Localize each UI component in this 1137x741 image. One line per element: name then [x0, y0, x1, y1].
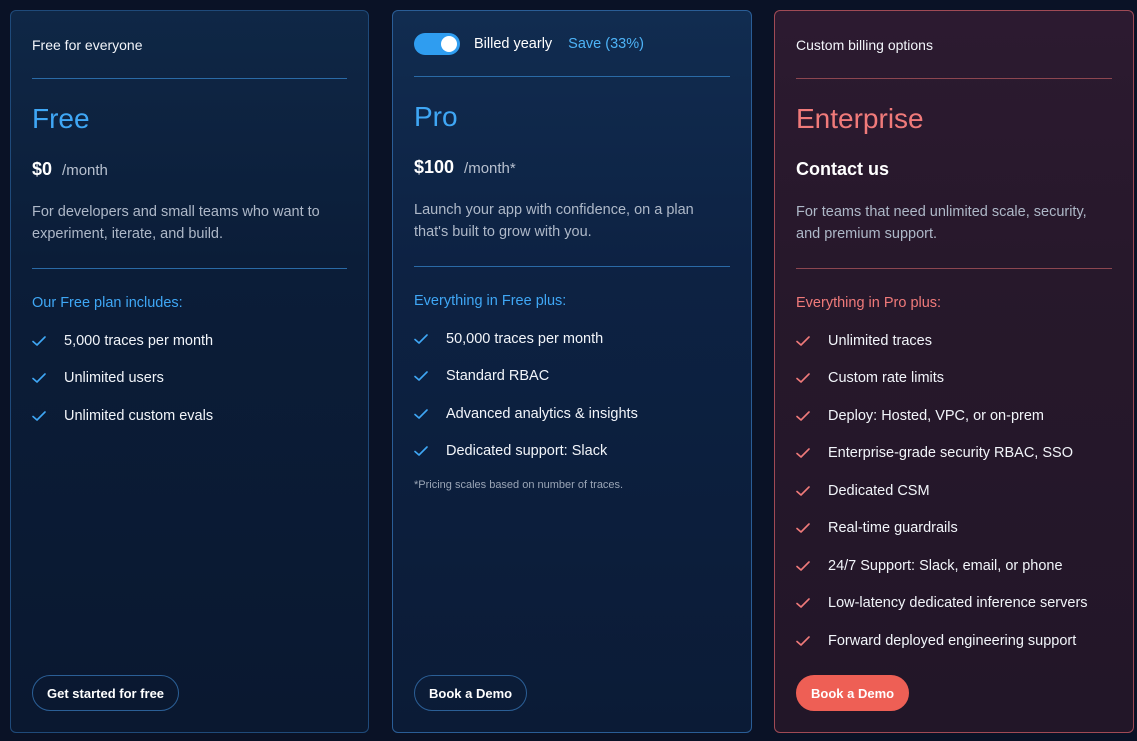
pro-plan-includes-heading: Everything in Free plus:	[414, 293, 567, 309]
feature-item: Enterprise-grade security RBAC, SSO	[796, 435, 1112, 473]
feature-label: 50,000 traces per month	[446, 330, 604, 347]
check-icon	[796, 522, 828, 534]
feature-item: 5,000 traces per month	[32, 322, 347, 360]
feature-label: 24/7 Support: Slack, email, or phone	[828, 557, 1063, 574]
free-plan-card: Free for everyone Free $0/month For deve…	[10, 10, 369, 733]
check-icon	[796, 635, 828, 647]
check-icon	[32, 335, 64, 347]
feature-item: Custom rate limits	[796, 360, 1112, 398]
feature-label: Custom rate limits	[828, 370, 945, 387]
free-plan-name: Free	[32, 103, 90, 134]
divider	[32, 268, 347, 269]
enterprise-plan-description: For teams that need unlimited scale, sec…	[796, 204, 1087, 242]
pro-plan-card: Billed yearly Save (33%) Pro $100/month*…	[392, 10, 752, 733]
pro-plan-name: Pro	[414, 101, 458, 132]
feature-label: Deploy: Hosted, VPC, or on-prem	[828, 407, 1044, 424]
feature-item: Forward deployed engineering support	[796, 622, 1112, 660]
free-plan-includes-heading: Our Free plan includes:	[32, 295, 183, 311]
free-plan-feature-list: 5,000 traces per month Unlimited users Unl…	[32, 322, 347, 435]
check-icon	[796, 485, 828, 497]
check-icon	[414, 333, 446, 345]
enterprise-plan-price: Contact us	[796, 159, 890, 179]
check-icon	[796, 447, 828, 459]
divider	[414, 266, 730, 267]
feature-item: Dedicated support: Slack	[414, 433, 730, 471]
enterprise-plan-feature-list: Unlimited traces Custom rate limits Deploy…	[796, 322, 1112, 660]
feature-item: Real-time guardrails	[796, 510, 1112, 548]
check-icon	[796, 410, 828, 422]
feature-item: Unlimited users	[32, 360, 347, 398]
feature-item: 24/7 Support: Slack, email, or phone	[796, 547, 1112, 585]
feature-item: Unlimited traces	[796, 322, 1112, 360]
feature-label: Dedicated support: Slack	[446, 443, 608, 460]
pro-plan-content: Billed yearly Save (33%) Pro $100/month*…	[414, 11, 730, 732]
feature-label: 5,000 traces per month	[64, 332, 214, 349]
feature-label: Advanced analytics & insights	[446, 405, 638, 422]
enterprise-plan-tagline: Custom billing options	[796, 37, 933, 53]
feature-label: Standard RBAC	[446, 368, 550, 385]
price-period: /month*	[464, 160, 516, 177]
check-icon	[32, 410, 64, 422]
billed-yearly-label: Billed yearly	[474, 36, 553, 52]
price-amount: $100	[414, 157, 455, 177]
check-icon	[796, 597, 828, 609]
billed-yearly-toggle[interactable]	[414, 33, 460, 55]
feature-item: Deploy: Hosted, VPC, or on-prem	[796, 397, 1112, 435]
toggle-knob	[441, 36, 457, 52]
enterprise-plan-content: Custom billing options Enterprise Contac…	[796, 11, 1112, 732]
price-period: /month	[62, 162, 108, 179]
check-icon	[796, 560, 828, 572]
price-amount: $0	[32, 159, 53, 179]
feature-label: Unlimited custom evals	[64, 407, 214, 424]
feature-label: Enterprise-grade security RBAC, SSO	[828, 445, 1073, 462]
divider	[32, 78, 347, 79]
enterprise-book-demo-button[interactable]: Book a Demo	[796, 675, 910, 711]
feature-item: Advanced analytics & insights	[414, 395, 730, 433]
pro-plan-price: $100/month*	[414, 157, 516, 178]
divider	[414, 76, 730, 77]
enterprise-plan-includes-heading: Everything in Pro plus:	[796, 295, 942, 311]
feature-label: Low-latency dedicated inference servers	[828, 595, 1088, 612]
feature-label: Real-time guardrails	[828, 520, 958, 537]
pro-plan-feature-list: 50,000 traces per month Standard RBAC Adva…	[414, 320, 730, 470]
pro-plan-description: Launch your app with confidence, on a pl…	[414, 202, 694, 240]
enterprise-plan-name: Enterprise	[796, 103, 924, 134]
check-icon	[414, 370, 446, 382]
feature-label: Forward deployed engineering support	[828, 632, 1077, 649]
free-plan-price: $0/month	[32, 159, 108, 180]
check-icon	[414, 445, 446, 457]
feature-item: Low-latency dedicated inference servers	[796, 585, 1112, 623]
divider	[796, 78, 1112, 79]
check-icon	[32, 372, 64, 384]
check-icon	[796, 372, 828, 384]
get-started-free-button[interactable]: Get started for free	[32, 675, 180, 711]
pricing-footnote: *Pricing scales based on number of trace…	[414, 479, 624, 491]
save-badge: Save (33%)	[568, 36, 644, 52]
feature-item: 50,000 traces per month	[414, 320, 730, 358]
free-plan-content: Free for everyone Free $0/month For deve…	[32, 11, 347, 732]
free-plan-description: For developers and small teams who want …	[32, 204, 320, 242]
feature-label: Unlimited traces	[828, 332, 932, 349]
feature-item: Unlimited custom evals	[32, 397, 347, 435]
check-icon	[796, 335, 828, 347]
divider	[796, 268, 1112, 269]
feature-label: Dedicated CSM	[828, 482, 930, 499]
check-icon	[414, 408, 446, 420]
pro-book-demo-button[interactable]: Book a Demo	[414, 675, 528, 711]
feature-label: Unlimited users	[64, 370, 164, 387]
billing-toggle-row: Billed yearly Save (33%)	[414, 33, 644, 55]
free-plan-tagline: Free for everyone	[32, 37, 143, 53]
feature-item: Standard RBAC	[414, 358, 730, 396]
enterprise-plan-card: Custom billing options Enterprise Contac…	[774, 10, 1134, 733]
feature-item: Dedicated CSM	[796, 472, 1112, 510]
